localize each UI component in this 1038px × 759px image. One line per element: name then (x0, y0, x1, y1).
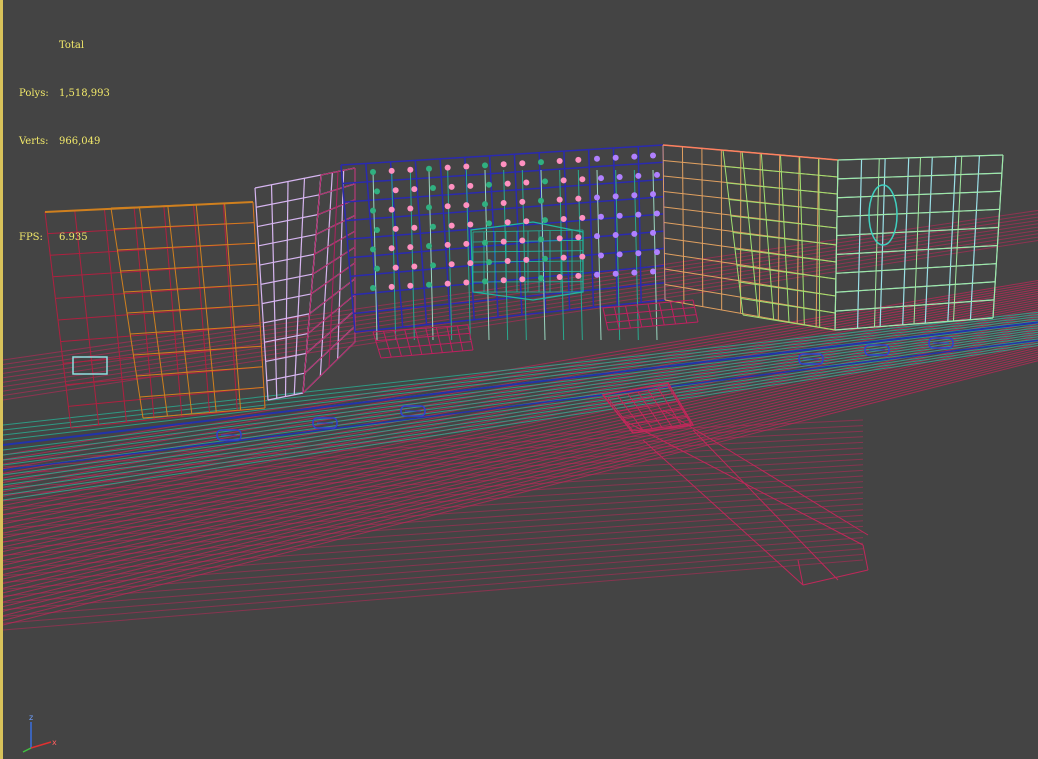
verts-value: 966,049 (59, 136, 101, 147)
axis-tripod-icon: z x (22, 713, 57, 753)
building-lavender-wireframe (254, 167, 356, 401)
polys-label: Polys: (19, 88, 49, 99)
stats-header: Total (59, 40, 85, 51)
axis-z-label: z (29, 713, 33, 722)
facade-details (370, 152, 699, 359)
fps-value: 6.935 (59, 232, 88, 243)
wireframe-scene[interactable] (3, 0, 1038, 759)
verts-label: Verts: (19, 136, 49, 147)
viewport-statistics: Total Polys: 1,518,993 Verts: 966,049 FPS:… (19, 6, 110, 278)
axis-x-label: x (52, 738, 57, 747)
3d-viewport[interactable]: Total Polys: 1,518,993 Verts: 966,049 FPS:… (0, 0, 1038, 759)
building-right-wireframe (662, 144, 839, 331)
fps-label: FPS: (19, 232, 43, 243)
polys-value: 1,518,993 (59, 88, 110, 99)
